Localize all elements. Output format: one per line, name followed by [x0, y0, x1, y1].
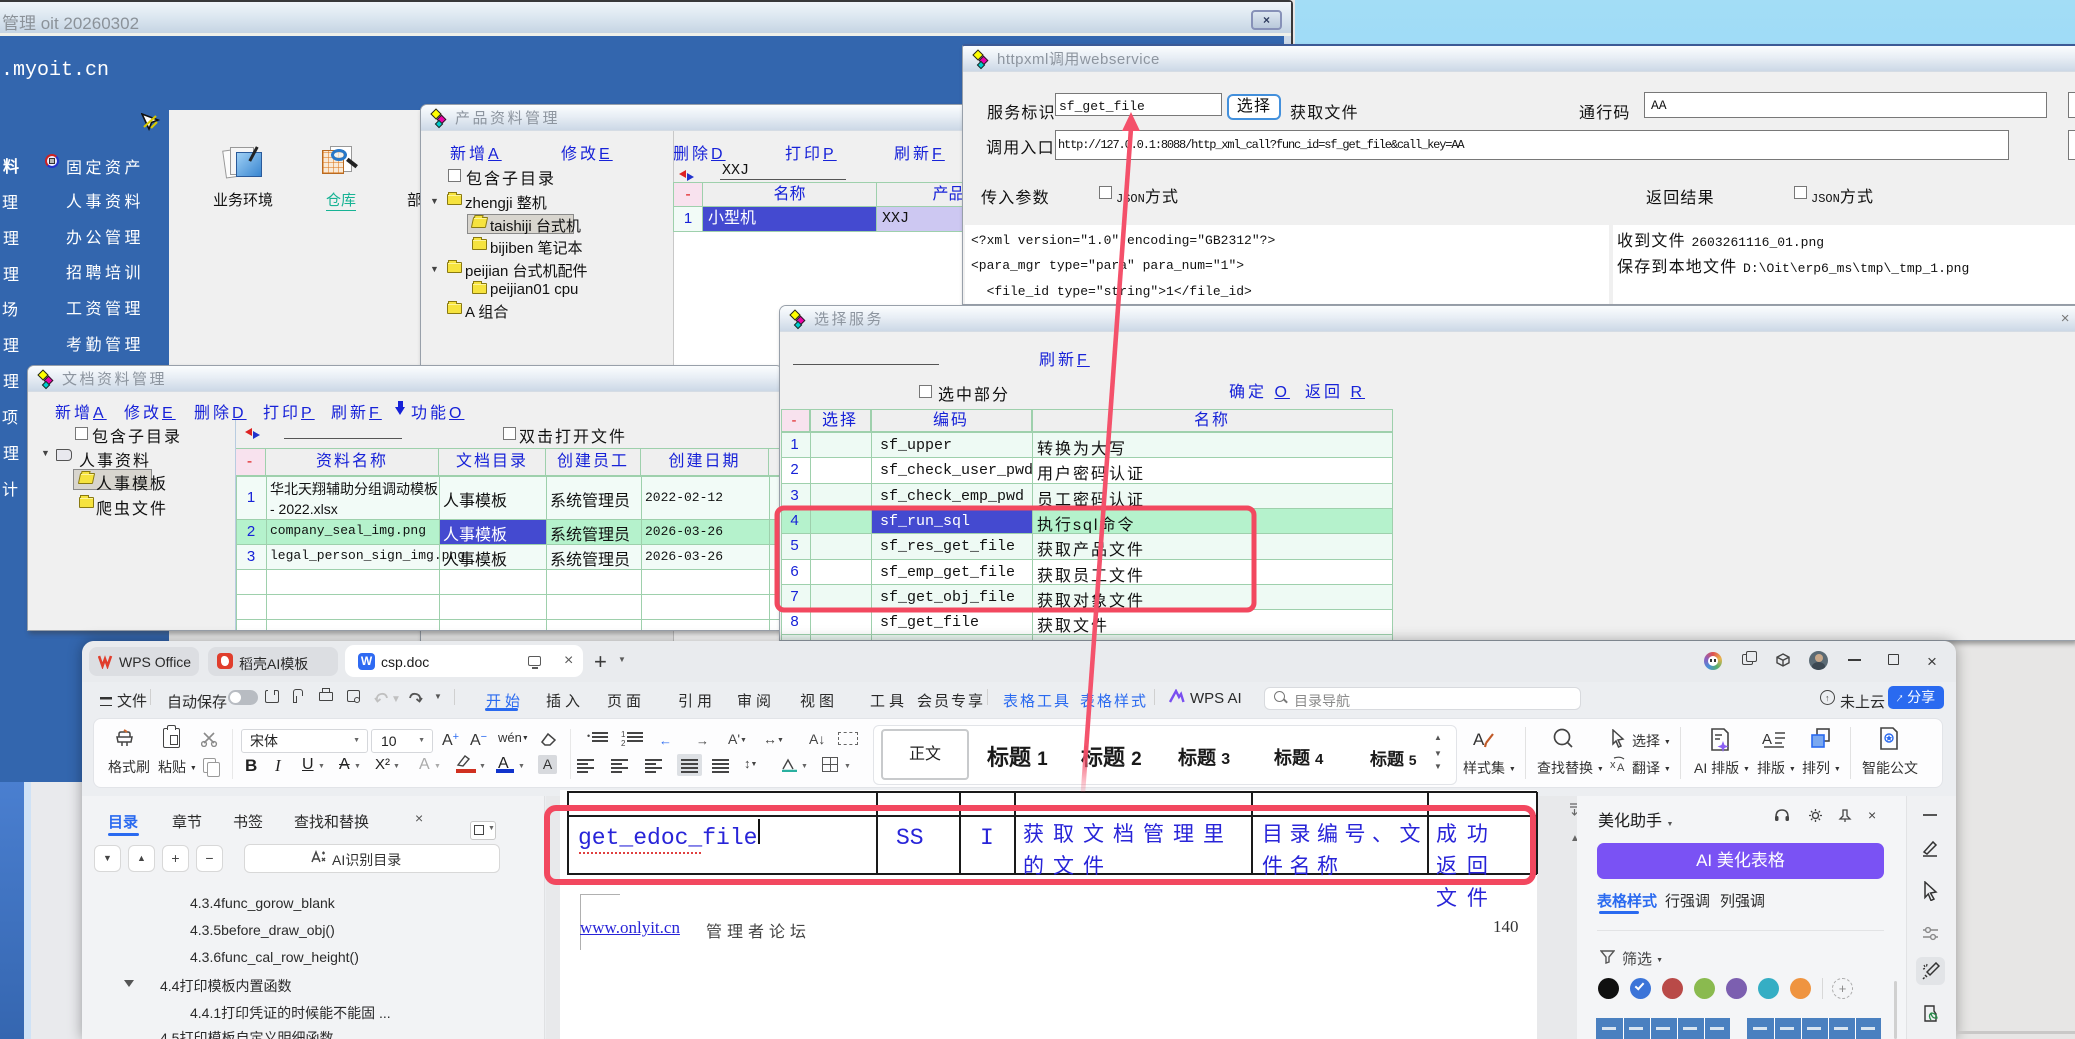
svg-text:x: x [1610, 759, 1616, 771]
svg-text:A: A [1762, 731, 1772, 748]
svg-text:A: A [1617, 762, 1625, 774]
svg-text:A: A [1473, 730, 1485, 749]
